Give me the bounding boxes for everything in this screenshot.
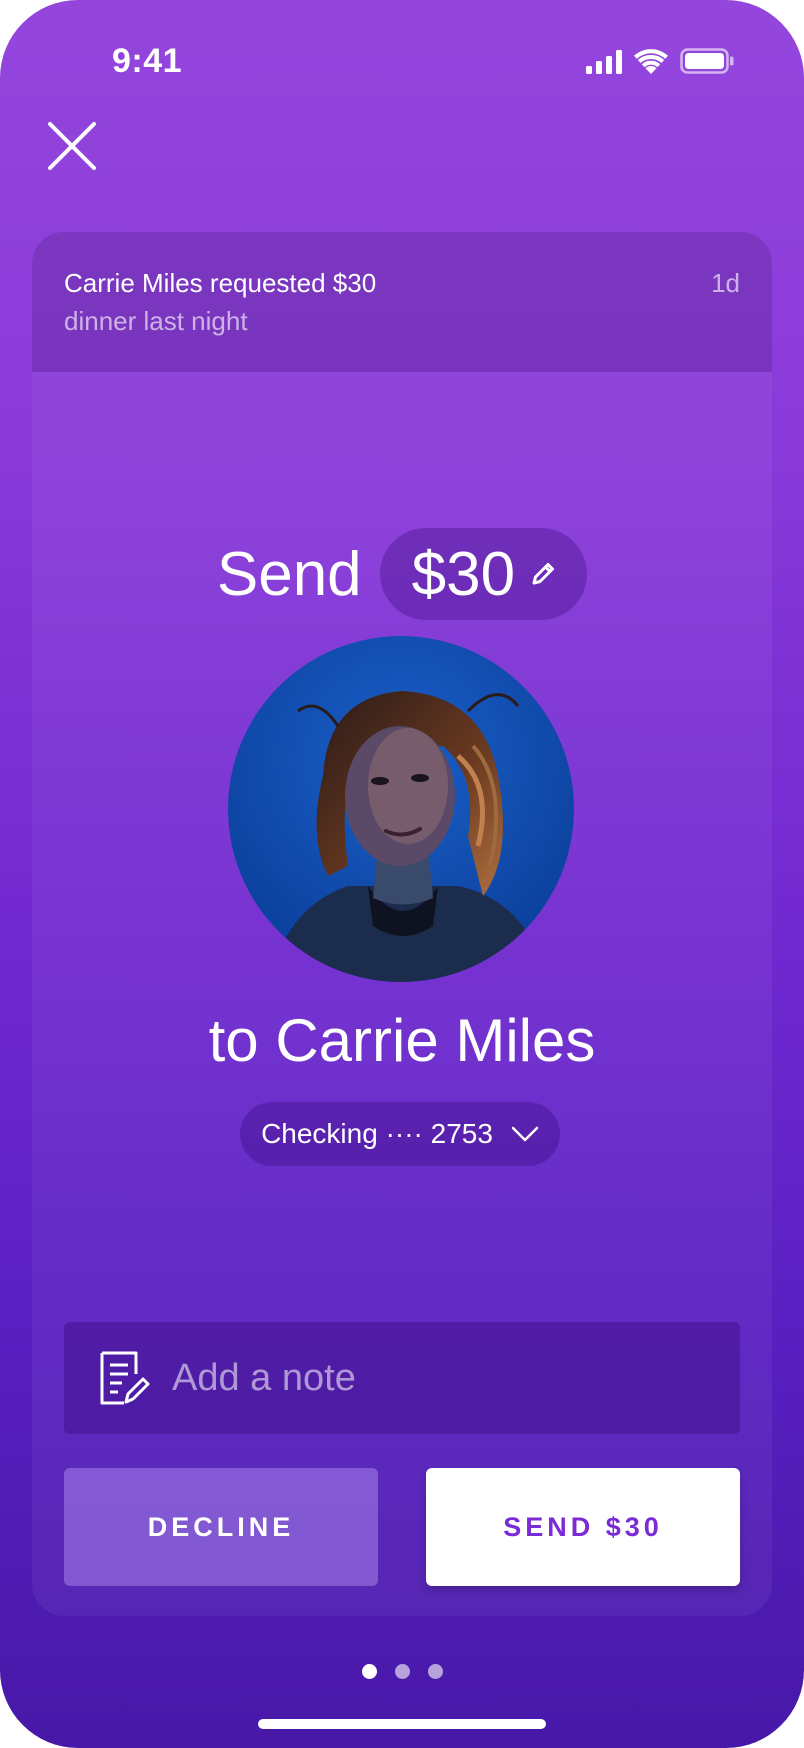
home-indicator[interactable] — [258, 1719, 546, 1729]
wifi-icon — [634, 49, 668, 74]
recipient-name: to Carrie Miles — [208, 1007, 596, 1074]
page-dot-3[interactable] — [427, 1664, 443, 1679]
request-subtitle: dinner last night — [64, 306, 248, 336]
decline-button[interactable]: DECLINE — [64, 1468, 378, 1586]
chevron-down-icon — [511, 1126, 539, 1142]
note-field[interactable] — [64, 1322, 740, 1434]
request-title: Carrie Miles requested $30 — [64, 268, 377, 298]
page-dot-1[interactable] — [361, 1664, 377, 1679]
account-selector[interactable]: Checking ···· 2753 — [240, 1102, 560, 1166]
send-amount-row: Send $30 — [32, 528, 772, 620]
close-icon — [48, 122, 96, 170]
request-age: 1d — [711, 268, 740, 298]
send-button[interactable]: SEND $30 — [426, 1468, 740, 1586]
note-input[interactable] — [170, 1355, 674, 1401]
status-time: 9:41 — [112, 42, 183, 80]
send-label: Send — [216, 539, 362, 609]
battery-icon — [680, 48, 734, 74]
account-label: Checking ···· 2753 — [261, 1118, 493, 1149]
page-indicator — [0, 1664, 804, 1679]
note-icon — [100, 1351, 150, 1405]
status-icons — [586, 48, 734, 74]
page-dot-2[interactable] — [394, 1664, 410, 1679]
close-button[interactable] — [46, 120, 98, 172]
payment-card: Carrie Miles requested $30 dinner last n… — [32, 232, 772, 1616]
request-banner: Carrie Miles requested $30 dinner last n… — [32, 232, 772, 372]
pencil-icon — [532, 563, 555, 585]
recipient-avatar — [228, 636, 574, 982]
amount-value: $30 — [411, 539, 516, 609]
cellular-signal-icon — [586, 50, 622, 74]
amount-edit-button[interactable]: $30 — [379, 528, 588, 620]
phone-screen: 9:41 Carrie Miles requested $30 dinner l… — [0, 0, 804, 1748]
